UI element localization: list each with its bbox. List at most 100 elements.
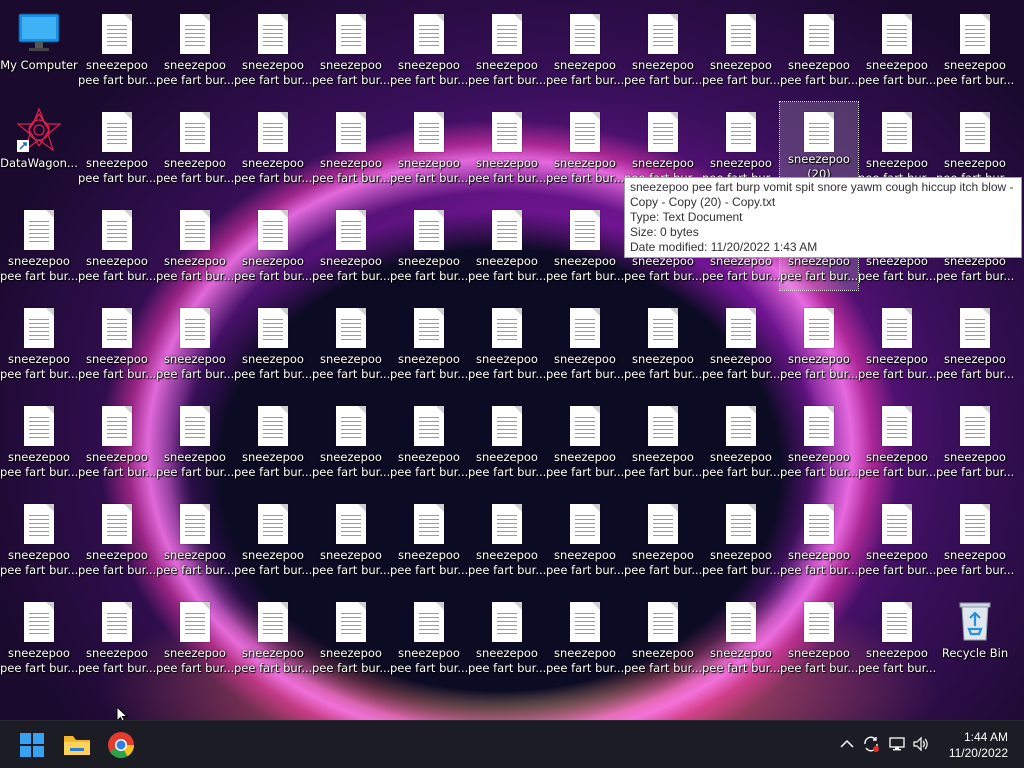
text-file-icon-item[interactable]: sneezepoopee fart bur...: [702, 298, 780, 394]
text-file-icon-item[interactable]: sneezepoopee fart bur...: [468, 592, 546, 688]
text-file-icon-item[interactable]: sneezepoopee fart bur...: [78, 298, 156, 394]
text-file-icon-item[interactable]: sneezepoopee fart bur...: [0, 298, 78, 394]
text-file-icon-item[interactable]: sneezepoopee fart bur...: [780, 4, 858, 100]
text-file-icon-item[interactable]: sneezepoopee fart bur...: [390, 396, 468, 492]
chevron-up-icon[interactable]: [838, 735, 856, 753]
text-document-icon: [648, 406, 678, 446]
text-file-icon-item[interactable]: sneezepoopee fart bur...: [0, 396, 78, 492]
text-file-icon-item[interactable]: sneezepoopee fart bur...: [468, 4, 546, 100]
text-file-icon-item[interactable]: sneezepoopee fart bur...: [468, 494, 546, 590]
text-file-icon-item[interactable]: sneezepoopee fart bur...: [156, 592, 234, 688]
text-file-icon-item[interactable]: sneezepoopee fart bur...: [936, 396, 1014, 492]
text-file-icon-item[interactable]: sneezepoopee fart bur...: [780, 494, 858, 590]
text-file-icon-item[interactable]: sneezepoopee fart bur...: [858, 298, 936, 394]
text-file-icon-item[interactable]: sneezepoopee fart bur...: [546, 102, 624, 198]
text-file-icon-item[interactable]: sneezepoopee fart bur...: [546, 396, 624, 492]
text-file-icon-item[interactable]: sneezepoopee fart bur...: [936, 298, 1014, 394]
text-document-icon: [570, 504, 600, 544]
text-file-icon-item[interactable]: sneezepoopee fart bur...: [234, 200, 312, 296]
text-file-icon-item[interactable]: sneezepoopee fart bur...: [156, 298, 234, 394]
file-label-line2: pee fart bur...: [390, 661, 468, 675]
text-file-icon-item[interactable]: sneezepoopee fart bur...: [624, 298, 702, 394]
text-file-icon-item[interactable]: sneezepoopee fart bur...: [312, 396, 390, 492]
text-file-icon-item[interactable]: sneezepoopee fart bur...: [234, 494, 312, 590]
text-file-icon-item[interactable]: sneezepoopee fart bur...: [234, 592, 312, 688]
chrome-icon[interactable]: [105, 729, 137, 761]
text-file-icon-item[interactable]: sneezepoopee fart bur...: [780, 298, 858, 394]
file-explorer-icon[interactable]: [61, 729, 93, 761]
text-file-icon-item[interactable]: sneezepoopee fart bur...: [546, 4, 624, 100]
file-label: sneezepoo: [788, 152, 850, 166]
text-file-icon-item[interactable]: sneezepoopee fart bur...: [390, 200, 468, 296]
text-file-icon-item[interactable]: sneezepoopee fart bur...: [780, 592, 858, 688]
file-label-line1: sneezepoo: [866, 548, 928, 562]
text-file-icon-item[interactable]: sneezepoopee fart bur...: [156, 396, 234, 492]
text-file-icon-item[interactable]: sneezepoopee fart bur...: [0, 592, 78, 688]
text-file-icon-item[interactable]: sneezepoopee fart bur...: [156, 200, 234, 296]
text-file-icon-item[interactable]: sneezepoopee fart bur...: [936, 494, 1014, 590]
text-file-icon-item[interactable]: sneezepoopee fart bur...: [78, 4, 156, 100]
datawagon-shortcut[interactable]: DataWagon...: [0, 102, 78, 198]
text-file-icon-item[interactable]: sneezepoopee fart bur...: [156, 102, 234, 198]
text-document-icon: [726, 308, 756, 348]
text-file-icon-item[interactable]: sneezepoopee fart bur...: [468, 298, 546, 394]
text-file-icon-item[interactable]: sneezepoopee fart bur...: [390, 494, 468, 590]
text-file-icon-item[interactable]: sneezepoopee fart bur...: [312, 494, 390, 590]
text-file-icon-item[interactable]: sneezepoopee fart bur...: [546, 592, 624, 688]
text-file-icon-item[interactable]: sneezepoopee fart bur...: [234, 298, 312, 394]
clock[interactable]: 1:44 AM 11/20/2022: [949, 729, 1008, 761]
text-file-icon-item[interactable]: sneezepoopee fart bur...: [624, 592, 702, 688]
text-file-icon-item[interactable]: sneezepoopee fart bur...: [546, 494, 624, 590]
text-file-icon-item[interactable]: sneezepoopee fart bur...: [468, 200, 546, 296]
text-file-icon-item[interactable]: sneezepoopee fart bur...: [390, 592, 468, 688]
text-file-icon-item[interactable]: sneezepoopee fart bur...: [312, 4, 390, 100]
text-file-icon-item[interactable]: sneezepoopee fart bur...: [546, 298, 624, 394]
text-file-icon-item[interactable]: sneezepoopee fart bur...: [156, 4, 234, 100]
text-file-icon-item[interactable]: sneezepoopee fart bur...: [78, 494, 156, 590]
my-computer-shortcut[interactable]: My Computer: [0, 4, 78, 100]
text-file-icon-item[interactable]: sneezepoopee fart bur...: [78, 592, 156, 688]
text-file-icon-item[interactable]: sneezepoopee fart bur...: [78, 396, 156, 492]
text-file-icon-item[interactable]: sneezepoopee fart bur...: [780, 396, 858, 492]
network-icon[interactable]: [888, 735, 906, 753]
text-file-icon-item[interactable]: sneezepoopee fart bur...: [234, 396, 312, 492]
text-file-icon-item[interactable]: sneezepoopee fart bur...: [858, 4, 936, 100]
text-file-icon-item[interactable]: sneezepoopee fart bur...: [0, 494, 78, 590]
file-label-line2: pee fart bur...: [78, 465, 156, 479]
volume-icon[interactable]: [912, 735, 930, 753]
text-file-icon-item[interactable]: sneezepoopee fart bur...: [390, 4, 468, 100]
text-file-icon-item[interactable]: sneezepoopee fart bur...: [78, 200, 156, 296]
text-file-icon-item[interactable]: sneezepoopee fart bur...: [702, 592, 780, 688]
text-file-icon-item[interactable]: sneezepoopee fart bur...: [312, 592, 390, 688]
text-file-icon-item[interactable]: sneezepoopee fart bur...: [936, 4, 1014, 100]
text-file-icon-item[interactable]: sneezepoopee fart bur...: [546, 200, 624, 296]
text-file-icon-item[interactable]: sneezepoopee fart bur...: [702, 494, 780, 590]
text-file-icon-item[interactable]: sneezepoopee fart bur...: [78, 102, 156, 198]
text-file-icon-item[interactable]: sneezepoopee fart bur...: [624, 494, 702, 590]
text-file-icon-item[interactable]: sneezepoopee fart bur...: [858, 396, 936, 492]
text-file-icon-item[interactable]: sneezepoopee fart bur...: [624, 396, 702, 492]
text-file-icon-item[interactable]: sneezepoopee fart bur...: [468, 102, 546, 198]
text-file-icon-item[interactable]: sneezepoopee fart bur...: [624, 4, 702, 100]
text-file-icon-item[interactable]: sneezepoopee fart bur...: [702, 4, 780, 100]
text-file-icon-item[interactable]: sneezepoopee fart bur...: [390, 102, 468, 198]
desktop[interactable]: My Computer DataWagon... Recycle Bin sne…: [0, 0, 1024, 720]
file-label-line1: sneezepoo: [242, 646, 304, 660]
text-file-icon-item[interactable]: sneezepoopee fart bur...: [156, 494, 234, 590]
recycle-bin-shortcut[interactable]: Recycle Bin: [936, 592, 1014, 688]
windows-start-icon[interactable]: [16, 729, 48, 761]
sync-icon[interactable]: [862, 735, 880, 753]
text-file-icon-item[interactable]: sneezepoopee fart bur...: [234, 4, 312, 100]
text-file-icon-item[interactable]: sneezepoopee fart bur...: [234, 102, 312, 198]
text-file-icon-item[interactable]: sneezepoopee fart bur...: [858, 494, 936, 590]
text-file-icon-item[interactable]: sneezepoopee fart bur...: [0, 200, 78, 296]
text-document-icon: [648, 112, 678, 152]
text-file-icon-item[interactable]: sneezepoopee fart bur...: [858, 592, 936, 688]
text-file-icon-item[interactable]: sneezepoopee fart bur...: [702, 396, 780, 492]
text-file-icon-item[interactable]: sneezepoopee fart bur...: [312, 200, 390, 296]
file-label-line2: pee fart bur...: [858, 465, 936, 479]
text-file-icon-item[interactable]: sneezepoopee fart bur...: [312, 102, 390, 198]
text-file-icon-item[interactable]: sneezepoopee fart bur...: [468, 396, 546, 492]
text-file-icon-item[interactable]: sneezepoopee fart bur...: [390, 298, 468, 394]
text-file-icon-item[interactable]: sneezepoopee fart bur...: [312, 298, 390, 394]
